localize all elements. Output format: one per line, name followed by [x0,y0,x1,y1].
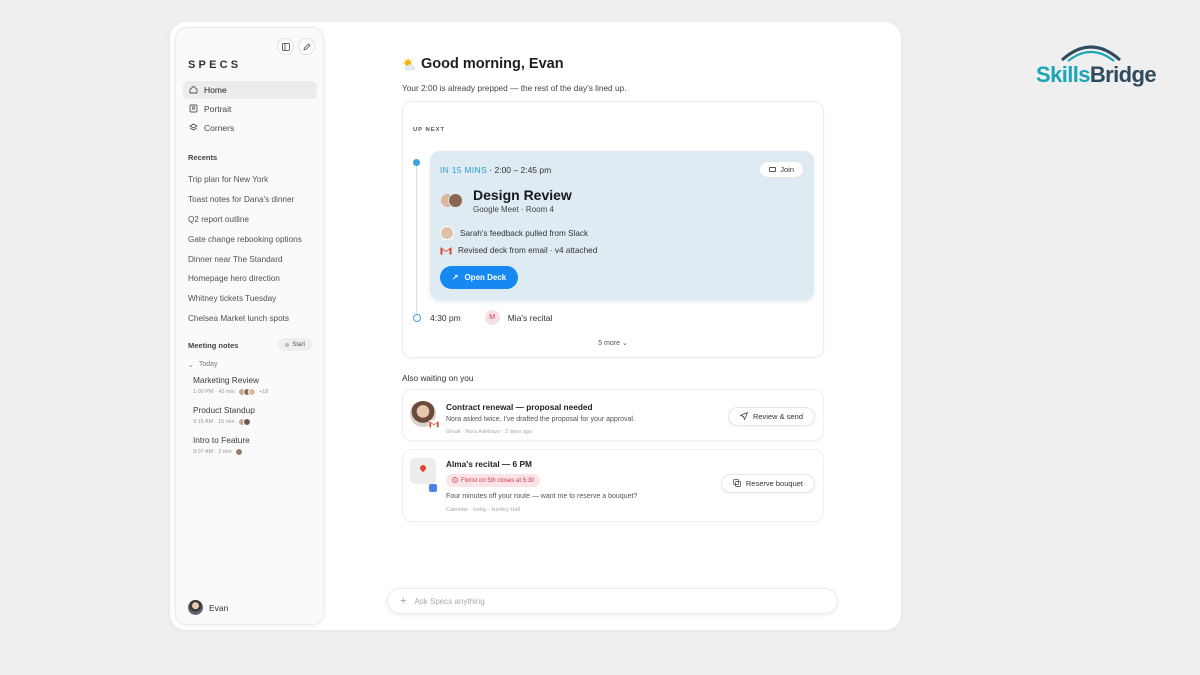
meeting-note-item[interactable]: Product Standup 9:15 AM · 15 min [193,405,318,435]
sidebar-item-corners[interactable]: Corners [183,119,317,137]
sidebar-item-label: Corners [204,123,235,133]
record-dot-icon [285,342,290,347]
sidebar-item-home[interactable]: Home [183,81,317,99]
recent-item[interactable]: Toast notes for Dana's dinner [188,190,318,210]
avatar [188,600,203,615]
sidebar-item-label: Home [204,85,227,95]
brand-name: SkillsBridge [1036,62,1157,87]
open-deck-button[interactable]: ↗ Open Deck [440,266,518,289]
compose-icon[interactable] [298,38,315,55]
sidebar: SPECS Home Portrait Corners Recents Trip… [175,27,324,625]
today-group-toggle[interactable]: ⌄ Today [188,361,218,369]
user-profile[interactable]: Evan [188,600,228,615]
sidebar-item-portrait[interactable]: Portrait [183,100,317,118]
flower-icon [733,478,741,489]
next-event-item[interactable]: 4:30 pm M Mia's recital [430,310,552,325]
map-thumbnail [410,458,438,492]
gmail-icon [429,420,439,428]
avatar [448,193,463,208]
arrow-up-right-icon: ↗ [451,273,459,282]
portrait-icon [188,104,198,115]
waiting-heading: Also waiting on you [402,373,474,383]
send-icon [739,411,749,422]
show-more-button[interactable]: 5 more ⌄ [403,339,823,347]
recent-item[interactable]: Trip plan for New York [188,170,318,190]
event-countdown: IN 15 MINS [440,165,487,175]
up-next-card: UP NEXT IN 15 MINS · 2:00 – 2:45 pm Join… [402,101,824,358]
recent-item[interactable]: Chelsea Market lunch spots [188,309,318,329]
review-send-button[interactable]: Review & send [727,407,815,426]
timeline-dot [413,314,421,322]
event-location: Google Meet · Room 4 [473,205,554,214]
meeting-notes-heading: Meeting notes [188,341,239,350]
recent-item[interactable]: Q2 report outline [188,210,318,230]
recents-heading: Recents [188,153,218,162]
attendee-avatars [237,418,251,426]
attendee-avatars [440,193,466,209]
attendee-avatars [237,388,256,396]
ask-bar: + [387,588,838,614]
sidebar-item-label: Portrait [204,104,232,114]
recent-item[interactable]: Dinner near The Standard [188,250,318,270]
skillsbridge-logo: SkillsBridge [1030,40,1160,92]
event-card-design-review[interactable]: IN 15 MINS · 2:00 – 2:45 pm Join Design … [430,151,814,300]
waiting-item-recital[interactable]: Alma's recital — 6 PM Florist on 5th clo… [402,449,824,522]
event-detail-slack: Sarah's feedback pulled from Slack [440,226,588,240]
ask-input[interactable] [414,596,837,606]
video-camera-icon [769,167,777,172]
avatar: M [484,310,500,325]
gmail-icon [440,247,452,255]
recent-item[interactable]: Whitney tickets Tuesday [188,289,318,309]
recents-list: Trip plan for New York Toast notes for D… [188,170,318,329]
avatar [440,226,454,240]
start-recording-button[interactable]: Start [278,338,312,351]
event-detail-email: Revised deck from email · v4 attached [440,246,597,255]
meeting-note-item[interactable]: Marketing Review 1:00 PM · 42 min +18 [193,375,318,405]
contact-avatar [410,401,439,429]
chevron-down-icon: ⌄ [188,362,194,369]
page-subtitle: Your 2:00 is already prepped — the rest … [402,83,627,93]
reserve-bouquet-button[interactable]: Reserve bouquet [720,474,815,493]
attendee-avatars [234,448,243,456]
sun-cloud-icon [403,57,416,70]
clock-icon [452,476,458,485]
meeting-note-item[interactable]: Intro to Feature 9:07 AM · 2 min [193,435,318,465]
timeline-line [416,164,417,314]
status-badge: Florist on 5th closes at 5:30 [446,474,541,487]
app-window: SPECS Home Portrait Corners Recents Trip… [170,22,901,630]
chevron-down-icon: ⌄ [621,340,628,347]
sidebar-nav: Home Portrait Corners [183,81,317,138]
plus-icon[interactable]: + [400,595,406,607]
sidebar-tools [277,38,315,55]
next-event-title: Mia's recital [507,312,553,323]
waiting-item-contract[interactable]: Contract renewal — proposal needed Nora … [402,389,824,441]
home-icon [188,85,198,96]
user-name: Evan [209,602,229,613]
page-title: Good morning, Evan [402,56,564,72]
event-time: IN 15 MINS · 2:00 – 2:45 pm [440,165,552,175]
calendar-icon [429,484,437,492]
meeting-notes-list: Marketing Review 1:00 PM · 42 min +18 Pr… [193,375,318,465]
recent-item[interactable]: Gate change rebooking options [188,230,318,250]
sidebar-toggle-icon[interactable] [277,38,294,55]
event-title: Design Review [473,187,572,203]
next-event-time: 4:30 pm [430,312,461,323]
recent-item[interactable]: Homepage hero direction [188,269,318,289]
timeline-dot [413,159,420,166]
up-next-heading: UP NEXT [413,127,446,133]
layers-icon [188,122,198,134]
app-logo: SPECS [188,59,242,71]
bridge-arc-icon [1060,45,1122,62]
join-button[interactable]: Join [759,161,804,178]
